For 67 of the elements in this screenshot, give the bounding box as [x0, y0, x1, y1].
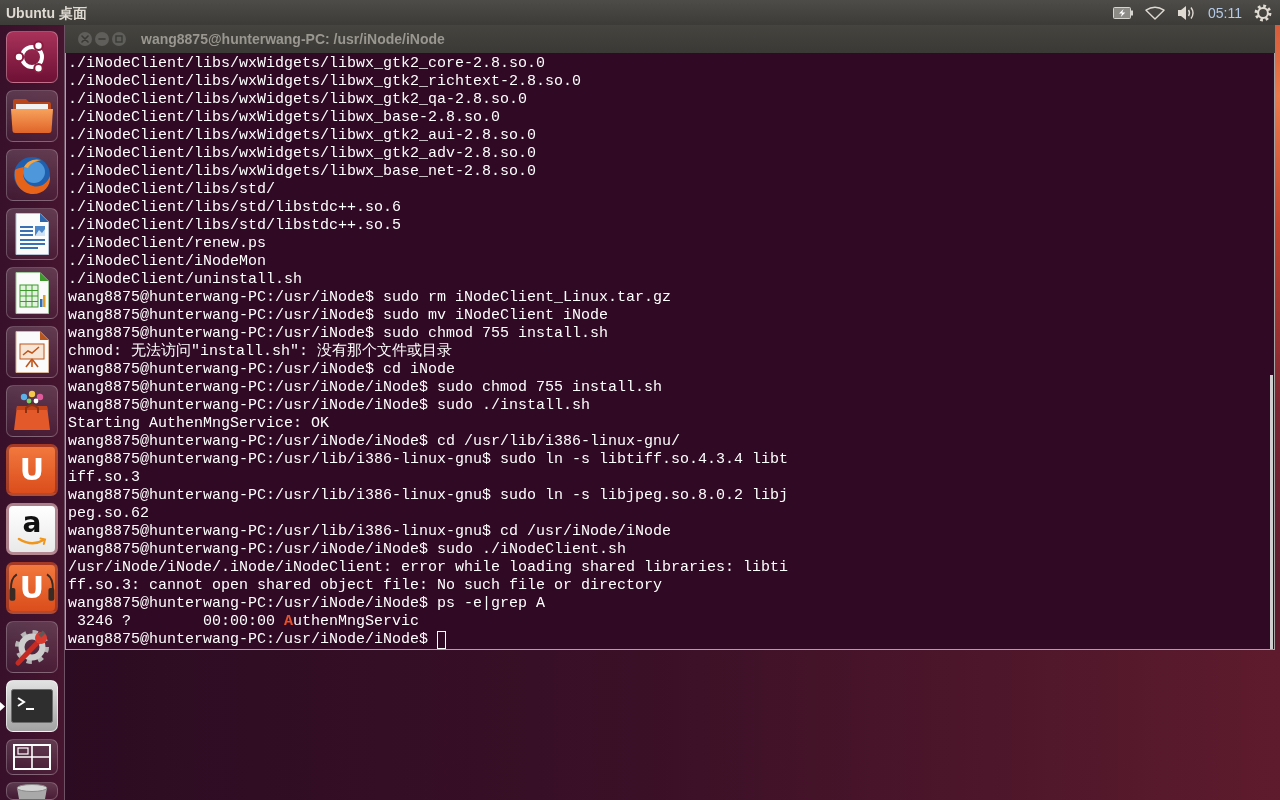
minimize-icon — [98, 35, 106, 43]
terminal-line: ./iNodeClient/libs/wxWidgets/libwx_base_net-2.8.so.0 — [68, 163, 537, 181]
gear-icon[interactable] — [1254, 3, 1272, 22]
terminal-line: ./iNodeClient/libs/wxWidgets/libwx_gtk2_aui-2.8.so.0 — [68, 127, 537, 145]
terminal-line: wang8875@hunterwang-PC:/usr/iNode/iNode$ ps -e|grep A — [68, 595, 546, 613]
terminal-line: wang8875@hunterwang-PC:/usr/lib/i386-linux-gnu$ sudo ln -s libtiff.so.4.3.4 libt — [68, 451, 789, 469]
scrollbar-thumb[interactable] — [1270, 374, 1273, 649]
terminal-icon — [10, 688, 54, 724]
document-icon — [13, 212, 51, 256]
terminal-line: wang8875@hunterwang-PC:/usr/iNode/iNode$ sudo ./install.sh — [68, 397, 591, 415]
terminal-line: ./iNodeClient/libs/std/libstdc++.so.5 — [68, 217, 402, 235]
terminal-line: peg.so.62 — [68, 505, 149, 523]
battery-icon[interactable] — [1113, 6, 1133, 19]
terminal-line: iff.so.3 — [68, 469, 140, 487]
terminal-line: wang8875@hunterwang-PC:/usr/iNode$ sudo chmod 755 install.sh — [68, 325, 609, 342]
launcher-button[interactable]: U — [6, 444, 58, 496]
terminal-line: ./iNodeClient/libs/std/ — [68, 181, 276, 199]
desktop-title: Ubuntu 桌面 — [6, 3, 87, 22]
trash-icon — [15, 784, 49, 799]
launcher-button[interactable] — [6, 385, 58, 437]
launcher-button[interactable] — [6, 782, 58, 800]
terminal-line: ./iNodeClient/libs/wxWidgets/libwx_gtk2_richtext-2.8.so.0 — [68, 73, 582, 91]
terminal-line: wang8875@hunterwang-PC:/usr/lib/i386-linux-gnu$ sudo ln -s libjpeg.so.8.0.2 libj — [68, 487, 789, 505]
grid-icon — [13, 744, 51, 770]
presentation-icon — [13, 330, 51, 374]
terminal-line: Starting AuthenMngService: OK — [68, 415, 330, 433]
launcher-button[interactable] — [6, 621, 58, 673]
folder-icon — [10, 97, 54, 135]
spreadsheet-icon — [13, 271, 51, 315]
launcher-button[interactable] — [6, 267, 58, 319]
clock[interactable]: 05:11 — [1208, 3, 1242, 22]
terminal-line: 3246 ? 00:00:00 AuthenMngServic — [76, 613, 420, 631]
launcher-button[interactable] — [6, 739, 58, 775]
terminal-line: wang8875@hunterwang-PC:/usr/iNode$ cd iNode — [68, 361, 456, 379]
launcher-button[interactable] — [6, 326, 58, 378]
terminal-line: wang8875@hunterwang-PC:/usr/iNode/iNode$ — [68, 631, 429, 649]
terminal-line: ./iNodeClient/libs/wxWidgets/libwx_gtk2_adv-2.8.so.0 — [68, 145, 537, 163]
terminal-line: wang8875@hunterwang-PC:/usr/iNode/iNode$ sudo ./iNodeClient.sh — [68, 541, 627, 559]
terminal-line: ./iNodeClient/iNodeMon — [68, 253, 267, 271]
terminal-line: wang8875@hunterwang-PC:/usr/lib/i386-linux-gnu$ cd /usr/iNode/iNode — [68, 523, 672, 541]
close-icon — [81, 35, 89, 43]
terminal-line: chmod: 无法访问"install.sh": 没有那个文件或目录 — [68, 343, 453, 361]
terminal-line: /usr/iNode/iNode/.iNode/iNodeClient: error while loading shared libraries: libti — [68, 559, 789, 577]
launcher-button[interactable] — [6, 680, 58, 732]
launcher-button[interactable] — [6, 90, 58, 142]
terminal-line: ./iNodeClient/libs/wxWidgets/libwx_base-2.8.so.0 — [68, 109, 501, 127]
terminal-line: wang8875@hunterwang-PC:/usr/iNode$ sudo mv iNodeClient iNode — [68, 307, 609, 325]
terminal-line: ./iNodeClient/libs/wxWidgets/libwx_gtk2_qa-2.8.so.0 — [68, 91, 528, 109]
launcher-button[interactable]: a — [6, 503, 58, 555]
smile-icon — [17, 537, 47, 547]
terminal-line: ./iNodeClient/libs/wxWidgets/libwx_gtk2_core-2.8.so.0 — [68, 55, 546, 73]
terminal-line: ./iNodeClient/uninstall.sh — [68, 271, 303, 289]
terminal-line: ./iNodeClient/renew.ps — [68, 235, 267, 253]
launcher-button[interactable] — [6, 208, 58, 260]
terminal-line: ff.so.3: cannot open shared object file: No such file or directory — [68, 577, 663, 595]
terminal-line: wang8875@hunterwang-PC:/usr/iNode/iNode$ cd /usr/lib/i386-linux-gnu/ — [68, 433, 681, 451]
terminal-line: ./iNodeClient/libs/std/libstdc++.so.6 — [68, 199, 402, 217]
launcher-button[interactable]: U — [6, 562, 58, 614]
maximize-icon — [115, 35, 123, 43]
terminal-line: wang8875@hunterwang-PC:/usr/iNode$ sudo rm iNodeClient_Linux.tar.gz — [68, 289, 672, 307]
launcher-button[interactable] — [6, 31, 58, 83]
headphone-icon — [9, 572, 18, 604]
wifi-icon[interactable] — [1145, 5, 1165, 20]
headphone-icon — [46, 572, 55, 604]
window-title: wang8875@hunterwang-PC: /usr/iNode/iNode — [141, 30, 445, 48]
volume-icon[interactable] — [1177, 4, 1196, 21]
terminal-line: wang8875@hunterwang-PC:/usr/iNode/iNode$ sudo chmod 755 install.sh — [68, 379, 663, 397]
